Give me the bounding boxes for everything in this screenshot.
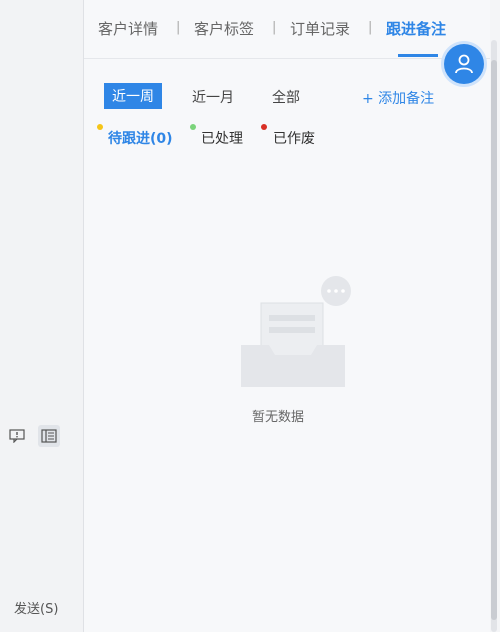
void-dot [261,124,267,130]
input-toolbar [6,425,60,447]
empty-state-icon [239,275,359,395]
status-done[interactable]: 已处理 [201,128,243,148]
tab-follow-up-notes[interactable]: 跟进备注 [386,18,446,39]
status-pending[interactable]: 待跟进(0) [108,128,173,148]
done-dot [190,124,196,130]
send-button[interactable]: 发送(S) [14,598,58,617]
filter-last-week[interactable]: 近一周 [104,83,162,109]
tab-customer-detail[interactable]: 客户详情 [98,18,158,39]
user-avatar-icon[interactable] [444,44,484,84]
status-void[interactable]: 已作废 [273,128,315,148]
filter-last-month[interactable]: 近一月 [184,84,242,110]
chat-input-pane: 发送(S) [0,0,84,632]
tab-separator: | [176,20,181,35]
tab-order-records[interactable]: 订单记录 [290,18,350,39]
quick-reply-icon[interactable] [6,425,28,447]
tab-separator: | [368,20,373,35]
customer-panel: 客户详情 | 客户标签 | 订单记录 | 跟进备注 近一周 近一月 全部 + 添… [84,0,490,632]
add-note-button[interactable]: + 添加备注 [362,88,434,108]
pending-dot [97,124,103,130]
empty-state-text: 暂无数据 [252,410,305,425]
list-view-icon[interactable] [38,425,60,447]
active-tab-indicator [398,54,438,57]
tab-customer-tags[interactable]: 客户标签 [194,18,254,39]
tab-bar: 客户详情 | 客户标签 | 订单记录 | 跟进备注 [84,0,490,59]
filter-all[interactable]: 全部 [264,84,308,110]
scrollbar-thumb[interactable] [491,60,497,620]
tab-separator: | [272,20,277,35]
